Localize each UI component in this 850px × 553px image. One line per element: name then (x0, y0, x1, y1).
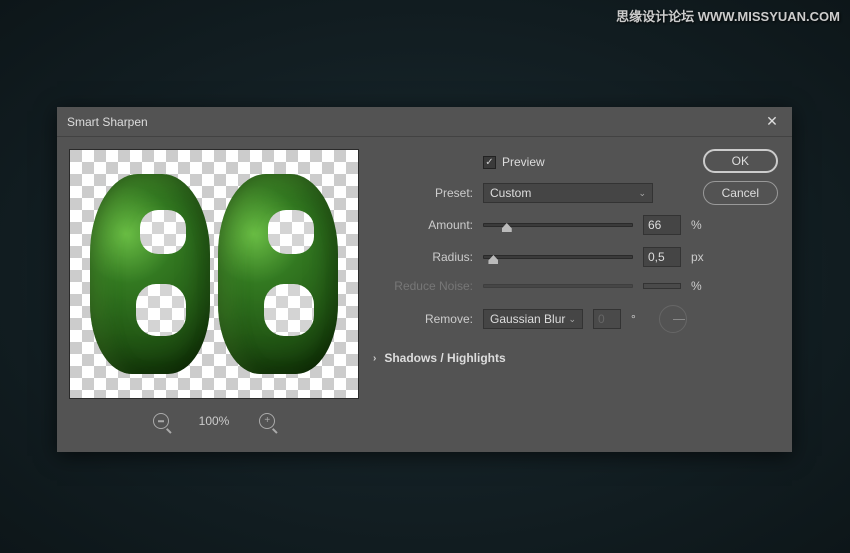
noise-input (643, 283, 681, 289)
chevron-down-icon: ⌄ (568, 314, 576, 325)
dialog-title: Smart Sharpen (67, 115, 148, 129)
smart-sharpen-dialog: Smart Sharpen ✕ 100% (57, 107, 792, 452)
preview-checkbox-row[interactable]: ✓ Preview (483, 155, 545, 169)
amount-label: Amount: (373, 218, 473, 232)
noise-slider (483, 284, 633, 288)
amount-row: Amount: 66 % (373, 215, 780, 235)
preview-checkbox[interactable]: ✓ (483, 156, 496, 169)
radius-slider[interactable] (483, 255, 633, 259)
shadows-highlights-section[interactable]: › Shadows / Highlights (373, 351, 780, 365)
remove-row: Remove: Gaussian Blur ⌄ 0 ° (373, 305, 780, 333)
preset-label: Preset: (373, 186, 473, 200)
degree-unit: ° (631, 312, 649, 326)
section-label: Shadows / Highlights (384, 351, 505, 365)
radius-input[interactable]: 0,5 (643, 247, 681, 267)
noise-row: Reduce Noise: % (373, 279, 780, 293)
remove-label: Remove: (373, 312, 473, 326)
chevron-right-icon: › (373, 353, 376, 364)
amount-unit: % (691, 218, 709, 232)
preview-image[interactable] (69, 149, 359, 399)
preview-column: 100% (69, 149, 359, 429)
amount-slider[interactable] (483, 223, 633, 227)
preset-value: Custom (490, 186, 531, 200)
amount-input[interactable]: 66 (643, 215, 681, 235)
zoom-in-icon[interactable] (259, 413, 275, 429)
angle-dial[interactable] (659, 305, 687, 333)
chevron-down-icon: ⌄ (638, 188, 646, 199)
zoom-level: 100% (199, 414, 230, 428)
controls-column: ✓ Preview ✿ OK Cancel Preset: Custom ⌄ A… (373, 149, 780, 429)
noise-unit: % (691, 279, 709, 293)
preview-label: Preview (502, 155, 545, 169)
close-icon[interactable]: ✕ (762, 113, 782, 130)
radius-label: Radius: (373, 250, 473, 264)
zoom-controls: 100% (153, 413, 276, 429)
watermark-text: 思缘设计论坛 WWW.MISSYUAN.COM (616, 6, 840, 25)
preview-letter (218, 174, 338, 374)
radius-row: Radius: 0,5 px (373, 247, 780, 267)
titlebar: Smart Sharpen ✕ (57, 107, 792, 137)
noise-label: Reduce Noise: (373, 279, 473, 293)
angle-input: 0 (593, 309, 621, 329)
remove-select[interactable]: Gaussian Blur ⌄ (483, 309, 583, 329)
preview-letter (90, 174, 210, 374)
ok-button[interactable]: OK (703, 149, 778, 173)
remove-value: Gaussian Blur (490, 312, 565, 326)
cancel-button[interactable]: Cancel (703, 181, 778, 205)
zoom-out-icon[interactable] (153, 413, 169, 429)
preset-select[interactable]: Custom ⌄ (483, 183, 653, 203)
radius-unit: px (691, 250, 709, 264)
